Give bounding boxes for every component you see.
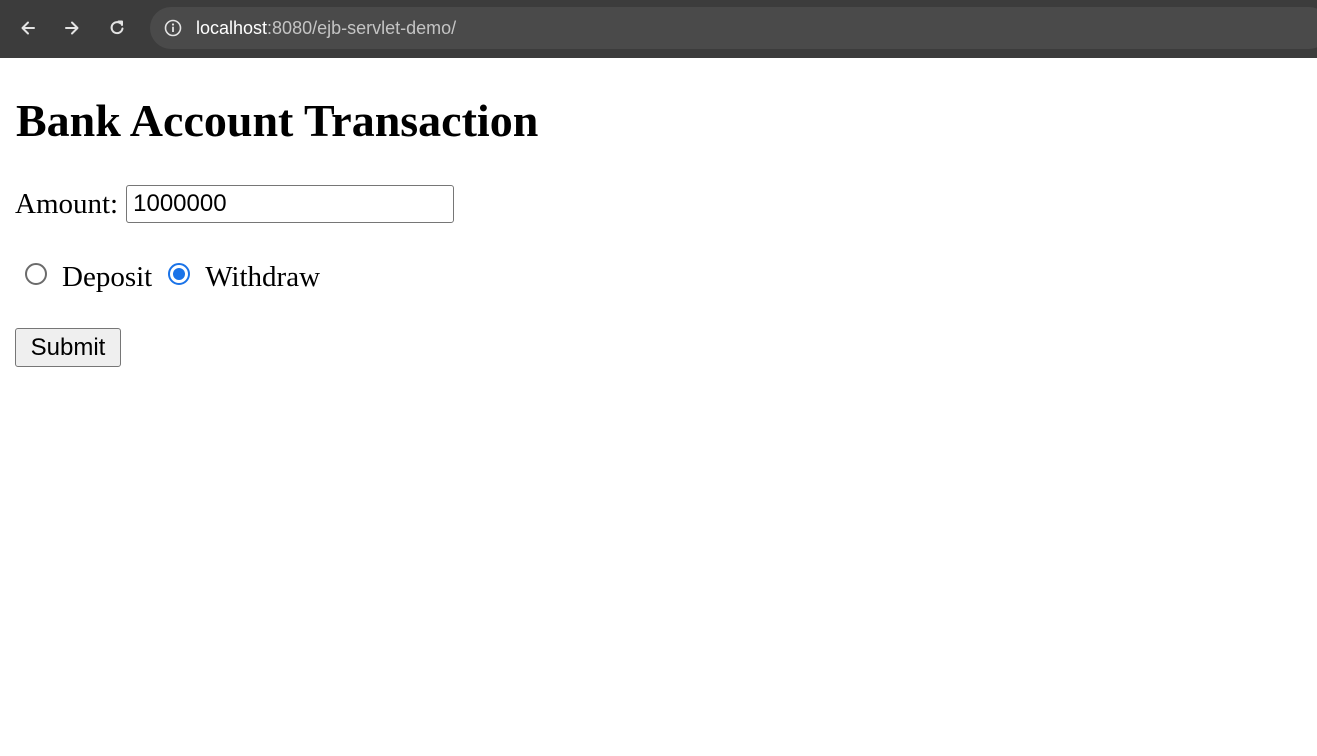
submit-button[interactable]: Submit — [15, 328, 121, 367]
deposit-label[interactable]: Deposit — [62, 261, 152, 294]
forward-button[interactable] — [55, 11, 89, 45]
arrow-left-icon — [21, 21, 35, 35]
withdraw-radio[interactable] — [168, 263, 191, 285]
site-info-button[interactable] — [158, 13, 188, 43]
reload-button[interactable] — [100, 11, 134, 45]
page-content: Bank Account Transaction Amount: Deposit… — [0, 58, 1317, 756]
amount-input[interactable] — [126, 185, 455, 223]
amount-row: Amount: — [15, 185, 455, 223]
info-icon — [164, 19, 182, 37]
amount-label: Amount: — [15, 187, 119, 220]
url-path: :8080/ejb-servlet-demo/ — [267, 18, 457, 38]
url-text[interactable]: localhost:8080/ejb-servlet-demo/ — [196, 7, 456, 49]
page-title: Bank Account Transaction — [16, 95, 539, 146]
back-button[interactable] — [11, 11, 45, 45]
deposit-radio[interactable] — [25, 263, 47, 285]
withdraw-label[interactable]: Withdraw — [205, 261, 320, 294]
reload-icon — [110, 20, 124, 35]
transaction-type-group: Deposit Withdraw — [15, 257, 320, 297]
url-host: localhost — [196, 18, 268, 38]
address-bar[interactable]: localhost:8080/ejb-servlet-demo/ — [150, 7, 1317, 49]
browser-toolbar: localhost:8080/ejb-servlet-demo/ — [0, 0, 1317, 58]
arrow-right-icon — [65, 21, 79, 35]
